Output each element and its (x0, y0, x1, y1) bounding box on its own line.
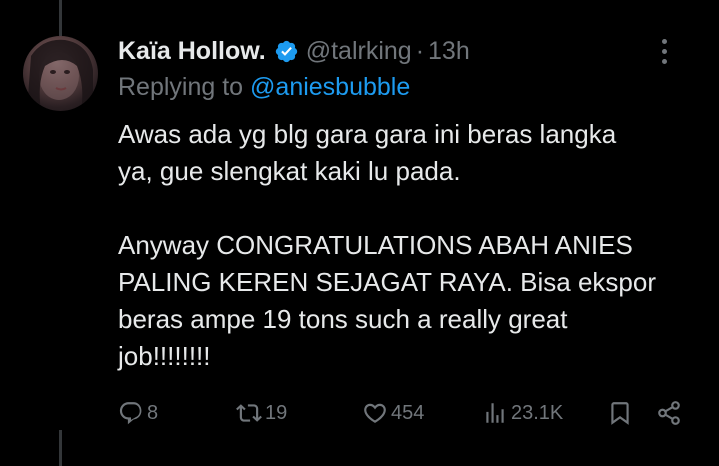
more-dot (661, 38, 667, 44)
more-options-icon[interactable] (649, 33, 679, 69)
author-name[interactable]: Kaïa Hollow. (118, 37, 266, 66)
reply-button[interactable]: 8 (118, 394, 158, 432)
tweet-line: PALING KEREN SEJAGAT RAYA. Bisa ekspor (118, 267, 656, 297)
bookmark-button[interactable] (607, 394, 633, 432)
tweet-line: Awas ada yg blg gara gara ini beras lang… (118, 119, 617, 149)
retweet-button[interactable]: 19 (236, 394, 287, 432)
tweet-paragraph: Awas ada yg blg gara gara ini beras lang… (118, 116, 703, 190)
retweet-count: 19 (265, 401, 288, 424)
tweet-line: beras ampe 19 tons such a really great (118, 304, 568, 334)
thread-line-bottom (59, 430, 62, 466)
tweet-text: Awas ada yg blg gara gara ini beras lang… (118, 116, 703, 375)
tweet-actions: 8 19 454 23.1K (118, 394, 688, 432)
more-dot (661, 48, 667, 54)
verified-badge-icon[interactable] (274, 39, 299, 64)
like-count: 454 (391, 401, 425, 424)
reply-count: 8 (147, 401, 159, 424)
tweet-timestamp[interactable]: 13h (428, 37, 470, 66)
views-count: 23.1K (511, 401, 564, 424)
share-icon (658, 401, 680, 425)
avatar[interactable] (23, 36, 98, 111)
author-handle[interactable]: @talrking (306, 37, 412, 66)
separator-dot: · (415, 36, 425, 65)
more-dot (661, 58, 667, 64)
like-button[interactable]: 454 (362, 394, 424, 432)
views-chart-icon (486, 403, 504, 423)
reply-icon (119, 402, 142, 425)
tweet-line: ya, gue slengkat kaki lu pada. (118, 156, 461, 186)
replying-prefix: Replying to (118, 73, 251, 101)
tweet-line: Anyway CONGRATULATIONS ABAH ANIES (118, 230, 633, 260)
tweet-line: job!!!!!!!! (118, 341, 211, 371)
heart-icon (364, 403, 386, 423)
share-button[interactable] (656, 394, 682, 432)
tweet-paragraph: Anyway CONGRATULATIONS ABAH ANIES PALING… (118, 227, 703, 375)
replying-to: Replying to @aniesbubble (118, 73, 410, 102)
tweet-header: Kaïa Hollow. @talrking · 13h (118, 33, 699, 69)
views-button[interactable]: 23.1K (482, 394, 563, 432)
avatar-photo (27, 39, 93, 111)
bookmark-icon (611, 402, 629, 425)
retweet-icon (236, 404, 262, 422)
replying-mention-link[interactable]: @aniesbubble (250, 73, 410, 101)
thread-line-top (59, 0, 62, 36)
